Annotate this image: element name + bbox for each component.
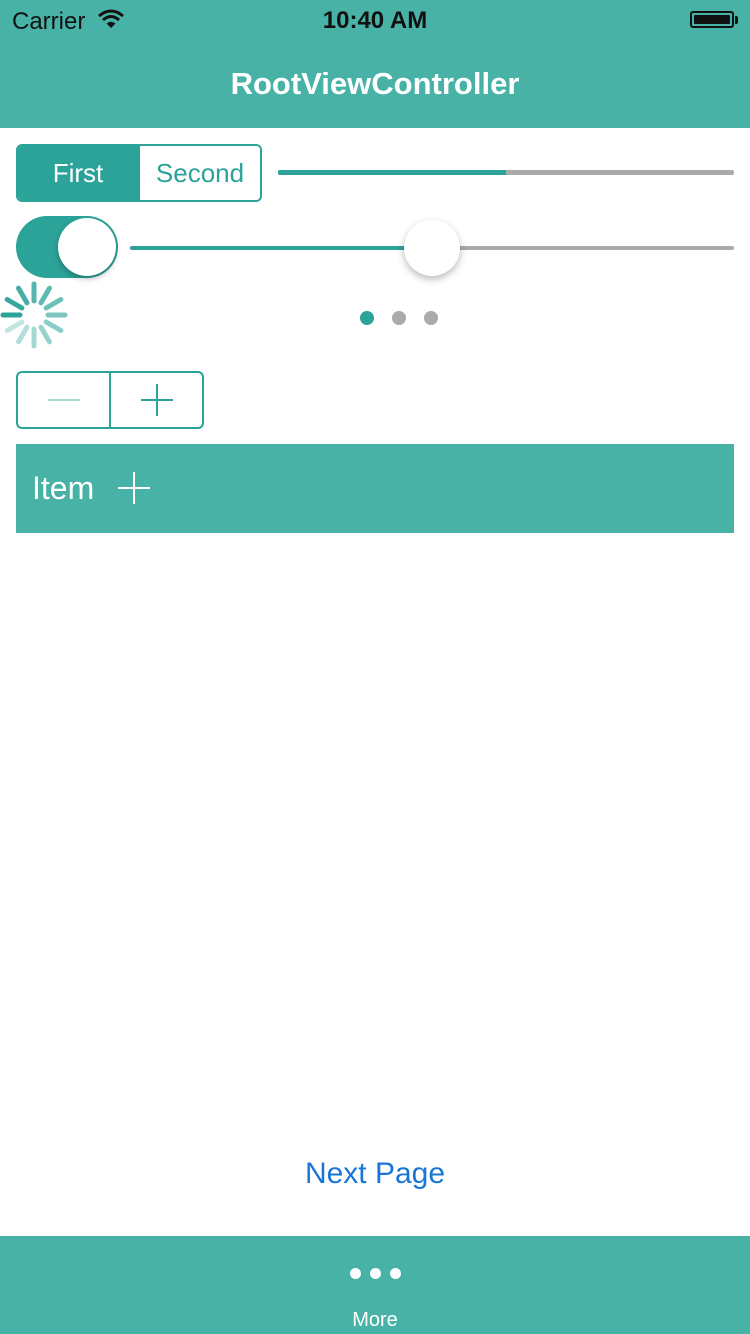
battery-fill — [694, 15, 730, 24]
spinner-spoke — [38, 285, 52, 306]
decrement-button[interactable] — [18, 373, 109, 427]
activity-spinner-icon — [0, 281, 68, 349]
minus-icon — [47, 399, 80, 401]
segmented-control[interactable]: First Second — [16, 144, 262, 202]
more-icon[interactable] — [350, 1268, 401, 1279]
page-control[interactable] — [360, 311, 438, 325]
page-dot-2[interactable] — [392, 311, 406, 325]
item-toolbar: Item — [16, 444, 734, 533]
slider-thumb[interactable] — [404, 220, 460, 276]
spinner-spoke — [43, 319, 64, 333]
battery-cap — [735, 16, 738, 24]
toggle-switch[interactable] — [16, 216, 118, 278]
segment-first[interactable]: First — [18, 146, 138, 200]
spinner-spoke — [16, 285, 30, 306]
slider[interactable] — [130, 218, 734, 278]
spinner-spoke — [43, 297, 64, 311]
page-title: RootViewController — [230, 66, 520, 101]
navigation-bar: Carrier 10:40 AM RootViewController — [0, 0, 750, 128]
spinner-spoke — [38, 324, 52, 345]
add-icon[interactable] — [118, 472, 150, 504]
page-dot-3[interactable] — [424, 311, 438, 325]
item-button[interactable]: Item — [32, 470, 94, 507]
spinner-spoke — [16, 324, 30, 345]
battery-icon — [690, 11, 734, 28]
progress-bar — [278, 170, 734, 175]
tab-more-label[interactable]: More — [0, 1309, 750, 1332]
status-time: 10:40 AM — [322, 7, 428, 34]
slider-fill — [130, 246, 432, 250]
progress-fill — [278, 170, 506, 175]
increment-button[interactable] — [109, 373, 202, 427]
tab-bar: More — [0, 1236, 750, 1334]
page-dot-1[interactable] — [360, 311, 374, 325]
spinner-spoke — [4, 297, 25, 311]
switch-knob — [58, 218, 116, 276]
stepper[interactable] — [16, 371, 204, 429]
spinner-spoke — [4, 319, 25, 333]
next-page-button[interactable]: Next Page — [0, 1157, 750, 1191]
segment-second[interactable]: Second — [138, 146, 260, 200]
